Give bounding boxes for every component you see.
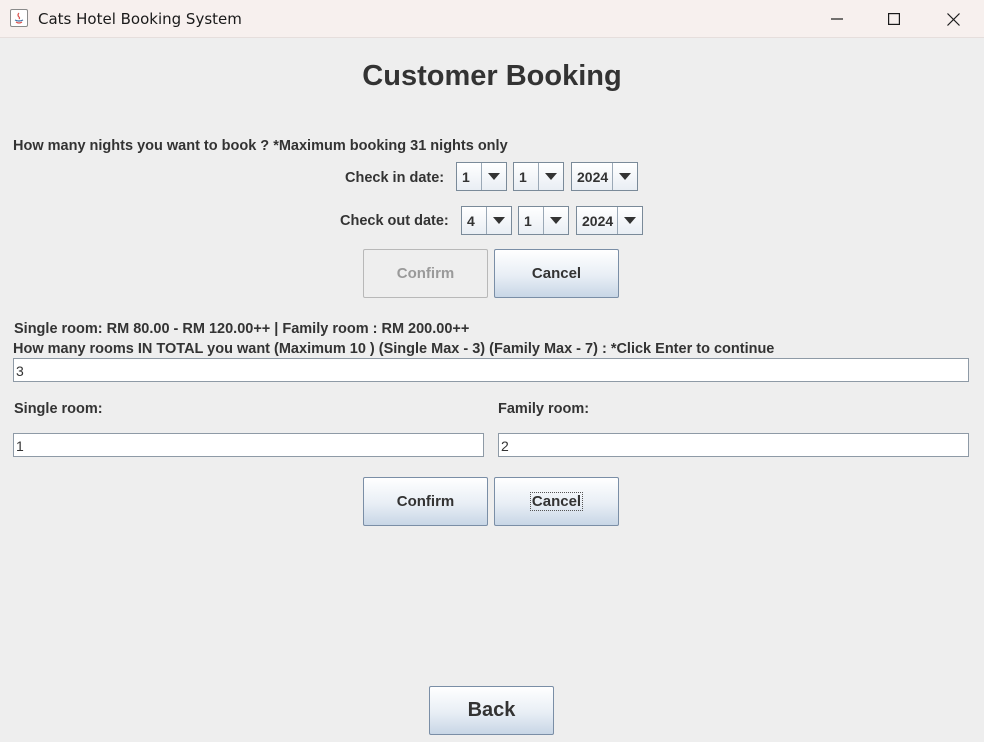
checkin-month-value: 1 (519, 169, 527, 185)
checkout-year-value: 2024 (582, 213, 614, 229)
minimize-icon (831, 18, 843, 20)
close-icon (946, 12, 960, 26)
title-bar: Cats Hotel Booking System (0, 0, 984, 38)
close-button[interactable] (924, 0, 982, 38)
checkout-month-select[interactable]: 1 (518, 206, 569, 235)
room-price-info: Single room: RM 80.00 - RM 120.00++ | Fa… (14, 321, 470, 337)
checkout-day-value: 4 (467, 213, 475, 229)
dropdown-arrow-icon[interactable] (612, 163, 637, 190)
checkin-day-value: 1 (462, 169, 470, 185)
total-rooms-input[interactable]: 3 (13, 358, 969, 382)
rooms-cancel-label: Cancel (529, 492, 584, 511)
window-title: Cats Hotel Booking System (38, 10, 242, 28)
checkout-day-select[interactable]: 4 (461, 206, 512, 235)
java-app-icon (10, 9, 28, 27)
back-button[interactable]: Back (429, 686, 554, 735)
dropdown-arrow-icon[interactable] (481, 163, 506, 190)
rooms-cancel-button[interactable]: Cancel (494, 477, 619, 526)
checkin-month-select[interactable]: 1 (513, 162, 564, 191)
checkin-year-select[interactable]: 2024 (571, 162, 638, 191)
checkin-year-value: 2024 (577, 169, 609, 185)
nights-confirm-button[interactable]: Confirm (363, 249, 488, 298)
total-rooms-prompt: How many rooms IN TOTAL you want (Maximu… (13, 341, 775, 357)
checkin-label: Check in date: (345, 170, 445, 186)
nights-prompt: How many nights you want to book ? *Maxi… (13, 138, 508, 154)
checkout-label: Check out date: (340, 213, 449, 229)
dropdown-arrow-icon[interactable] (486, 207, 511, 234)
checkout-year-select[interactable]: 2024 (576, 206, 643, 235)
family-room-label: Family room: (498, 401, 590, 417)
single-room-input[interactable]: 1 (13, 433, 484, 457)
single-room-label: Single room: (14, 401, 103, 417)
minimize-button[interactable] (808, 0, 866, 38)
checkin-day-select[interactable]: 1 (456, 162, 507, 191)
dropdown-arrow-icon[interactable] (538, 163, 563, 190)
nights-cancel-button[interactable]: Cancel (494, 249, 619, 298)
dropdown-arrow-icon[interactable] (617, 207, 642, 234)
family-room-input[interactable]: 2 (498, 433, 969, 457)
page-title: Customer Booking (362, 60, 622, 92)
rooms-confirm-button[interactable]: Confirm (363, 477, 488, 526)
dropdown-arrow-icon[interactable] (543, 207, 568, 234)
maximize-icon (888, 13, 900, 25)
maximize-button[interactable] (865, 0, 923, 38)
checkout-month-value: 1 (524, 213, 532, 229)
